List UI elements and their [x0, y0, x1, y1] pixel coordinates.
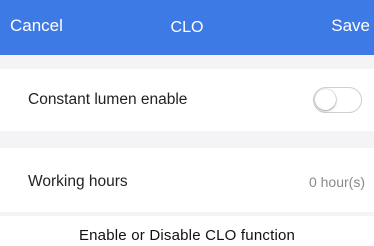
- constant-lumen-row: Constant lumen enable: [0, 69, 374, 131]
- page-title: CLO: [170, 19, 204, 36]
- working-hours-value: 0 hour(s): [308, 174, 365, 190]
- navigation-bar: Cancel CLO Save: [0, 0, 374, 55]
- toggle-knob: [315, 89, 336, 110]
- section-separator: [0, 55, 374, 69]
- working-hours-label: Working hours: [28, 173, 128, 190]
- save-button[interactable]: Save: [331, 16, 370, 36]
- constant-lumen-label: Constant lumen enable: [28, 91, 188, 108]
- working-hours-row: Working hours 0 hour(s): [0, 148, 374, 212]
- section-separator: [0, 212, 374, 216]
- caption-text: Enable or Disable CLO function: [78, 227, 296, 244]
- section-separator: [0, 131, 374, 148]
- constant-lumen-toggle[interactable]: [313, 87, 362, 113]
